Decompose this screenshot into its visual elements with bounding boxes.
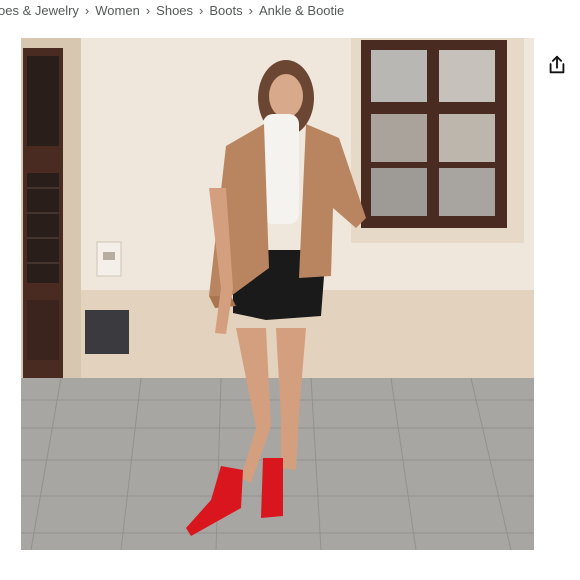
breadcrumb-item-boots[interactable]: Boots: [209, 3, 242, 18]
breadcrumb: oes & Jewelry › Women › Shoes › Boots › …: [0, 0, 580, 20]
breadcrumb-separator: ›: [84, 2, 90, 18]
breadcrumb-item-ankle-bootie[interactable]: Ankle & Bootie: [259, 3, 344, 18]
page-background-bottom: [0, 552, 580, 580]
breadcrumb-separator: ›: [199, 2, 204, 18]
breadcrumb-item-shoes-jewelry[interactable]: oes & Jewelry: [0, 3, 79, 18]
share-button[interactable]: [538, 46, 576, 84]
product-image[interactable]: [21, 38, 534, 550]
share-icon: [549, 55, 565, 74]
breadcrumb-separator: ›: [145, 2, 151, 18]
breadcrumb-separator: ›: [248, 2, 253, 18]
breadcrumb-item-women[interactable]: Women: [95, 3, 140, 18]
breadcrumb-item-shoes[interactable]: Shoes: [156, 3, 193, 18]
